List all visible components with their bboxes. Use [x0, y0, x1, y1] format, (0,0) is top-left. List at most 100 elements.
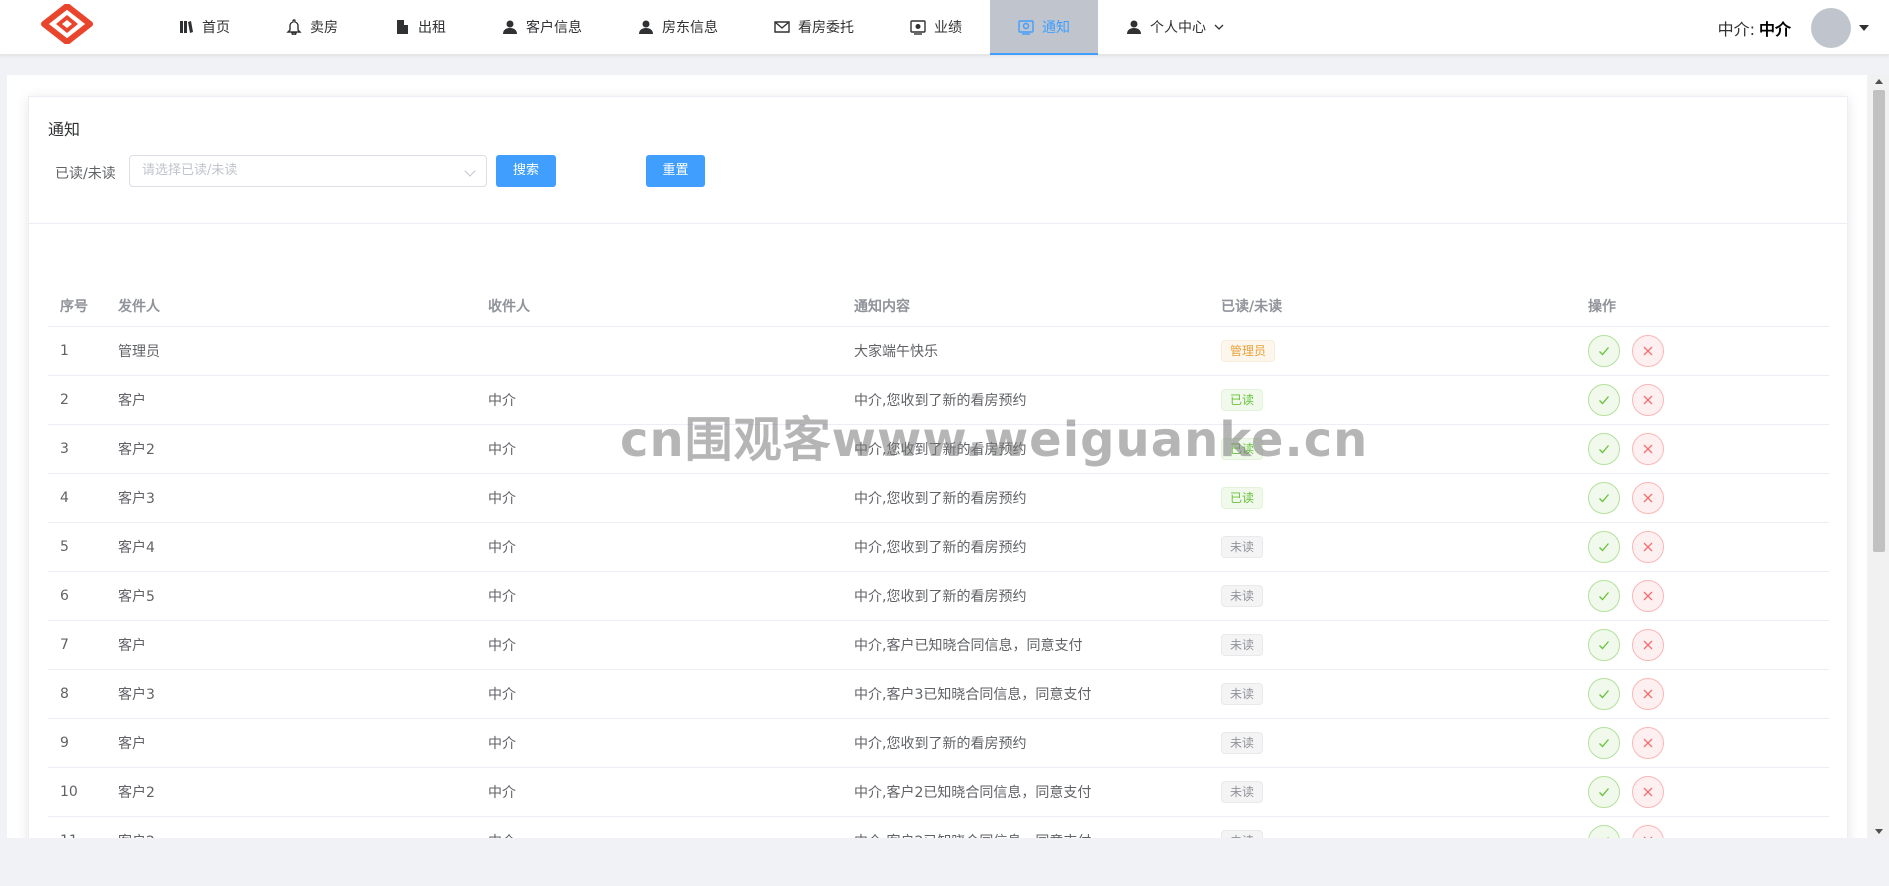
cell-no: 5	[60, 539, 69, 555]
table-row: 1 管理员 大家端午快乐 管理员	[48, 327, 1829, 376]
table-row: 11客户2中介中介,客户2已知晓合同信息，同意支付未读	[48, 817, 1829, 838]
check-icon	[1599, 739, 1609, 748]
cell-status: 未读	[1221, 830, 1588, 838]
cell-content: 中介,客户2已知晓合同信息，同意支付	[854, 831, 1221, 838]
header-no: 序号	[60, 298, 88, 315]
check-icon	[1599, 445, 1609, 454]
delete-button[interactable]	[1632, 629, 1664, 661]
delete-button[interactable]	[1632, 482, 1664, 514]
cell-actions	[1588, 727, 1829, 759]
mark-read-button[interactable]	[1588, 727, 1620, 759]
nav-item-1[interactable]: 卖房	[258, 0, 366, 55]
table-row: 4 客户3 中介 中介,您收到了新的看房预约 已读	[48, 474, 1829, 523]
nav-item-0[interactable]: 首页	[150, 0, 258, 55]
cell-actions	[1588, 531, 1829, 563]
nav-item-label: 客户信息	[526, 19, 582, 36]
mail-icon	[774, 20, 790, 33]
read-status-select[interactable]: 请选择已读/未读	[129, 155, 487, 187]
close-icon	[1643, 836, 1653, 838]
page-scrollbar[interactable]	[1869, 75, 1889, 838]
read-filter-label: 已读/未读	[55, 166, 116, 182]
delete-button[interactable]	[1632, 531, 1664, 563]
cell-receiver: 中介	[488, 687, 516, 703]
cell-sender: 客户	[118, 736, 146, 752]
cell-no: 7	[60, 637, 69, 653]
cell-sender: 客户4	[118, 540, 155, 556]
delete-button[interactable]	[1632, 825, 1664, 838]
delete-button[interactable]	[1632, 580, 1664, 612]
select-placeholder: 请选择已读/未读	[142, 163, 238, 178]
chevron-down-icon	[464, 165, 476, 177]
cell-receiver: 中介	[488, 491, 516, 507]
building-icon	[397, 19, 408, 34]
scroll-down-icon[interactable]	[1875, 829, 1883, 834]
cell-sender: 客户2	[118, 831, 488, 838]
cell-content: 中介,您收到了新的看房预约	[854, 491, 1027, 507]
cell-actions	[1588, 825, 1829, 838]
notice-table: 序号 发件人 收件人 通知内容 已读/未读 操作 1 管理员 大家端午快乐 管理员 2 客…	[48, 285, 1829, 838]
scroll-up-icon[interactable]	[1875, 79, 1883, 84]
delete-button[interactable]	[1632, 776, 1664, 808]
nav-item-label: 房东信息	[662, 19, 718, 36]
header-receiver: 收件人	[488, 298, 530, 315]
check-icon	[1599, 592, 1609, 601]
caret-down-icon[interactable]	[1859, 24, 1869, 31]
status-badge: 未读	[1221, 634, 1264, 656]
mark-read-button[interactable]	[1588, 433, 1620, 465]
reset-button[interactable]: 重置	[646, 155, 705, 187]
mark-read-button[interactable]	[1588, 629, 1620, 661]
cell-receiver: 中介	[488, 785, 516, 801]
status-badge: 未读	[1221, 781, 1264, 803]
cell-content: 中介,您收到了新的看房预约	[854, 736, 1027, 752]
scroll-thumb[interactable]	[1873, 90, 1885, 552]
nav-item-8[interactable]: 个人中心	[1098, 0, 1260, 55]
mark-read-button[interactable]	[1588, 531, 1620, 563]
mark-read-button[interactable]	[1588, 776, 1620, 808]
search-button[interactable]: 搜索	[496, 155, 556, 187]
close-icon	[1643, 493, 1653, 503]
cell-status: 未读	[1221, 781, 1588, 803]
delete-button[interactable]	[1632, 433, 1664, 465]
user-area[interactable]: 中介: 中介	[1718, 0, 1869, 55]
user-icon	[639, 20, 653, 34]
nav-item-7[interactable]: 通知	[990, 0, 1098, 55]
delete-button[interactable]	[1632, 727, 1664, 759]
avatar[interactable]	[1811, 7, 1851, 48]
main-nav: 首页 卖房 出租 客户信息 房东信息 看房委托 业绩 通知 个人中心	[150, 0, 1260, 55]
table-row: 7 客户 中介 中介,客户已知晓合同信息，同意支付 未读	[48, 621, 1829, 670]
cell-no: 6	[60, 588, 69, 604]
status-badge: 管理员	[1221, 340, 1276, 362]
cell-content: 中介,客户2已知晓合同信息，同意支付	[854, 785, 1092, 801]
mark-read-button[interactable]	[1588, 825, 1620, 838]
nav-item-2[interactable]: 出租	[366, 0, 474, 55]
table-header: 序号 发件人 收件人 通知内容 已读/未读 操作	[48, 285, 1829, 327]
cell-no: 4	[60, 490, 69, 506]
cell-sender: 管理员	[118, 344, 160, 360]
delete-button[interactable]	[1632, 335, 1664, 367]
chart-icon	[910, 19, 926, 35]
cell-status: 未读	[1221, 732, 1588, 754]
delete-button[interactable]	[1632, 384, 1664, 416]
cell-sender: 客户	[118, 393, 146, 409]
mark-read-button[interactable]	[1588, 384, 1620, 416]
user-icon	[503, 20, 517, 34]
nav-item-4[interactable]: 房东信息	[610, 0, 746, 55]
cell-no: 8	[60, 686, 69, 702]
nav-item-6[interactable]: 业绩	[882, 0, 990, 55]
mark-read-button[interactable]	[1588, 335, 1620, 367]
close-icon	[1643, 444, 1653, 454]
page-title: 通知	[48, 120, 81, 139]
mark-read-button[interactable]	[1588, 482, 1620, 514]
bell-icon	[286, 18, 302, 35]
nav-item-3[interactable]: 客户信息	[474, 0, 610, 55]
delete-button[interactable]	[1632, 678, 1664, 710]
close-icon	[1643, 346, 1653, 356]
mark-read-button[interactable]	[1588, 678, 1620, 710]
logo-icon[interactable]	[38, 4, 96, 44]
check-icon	[1607, 837, 1609, 838]
table-row: 10 客户2 中介 中介,客户2已知晓合同信息，同意支付 未读	[48, 768, 1829, 817]
cell-no: 2	[60, 392, 69, 408]
mark-read-button[interactable]	[1588, 580, 1620, 612]
nav-item-5[interactable]: 看房委托	[746, 0, 882, 55]
cell-status: 未读	[1221, 683, 1588, 705]
